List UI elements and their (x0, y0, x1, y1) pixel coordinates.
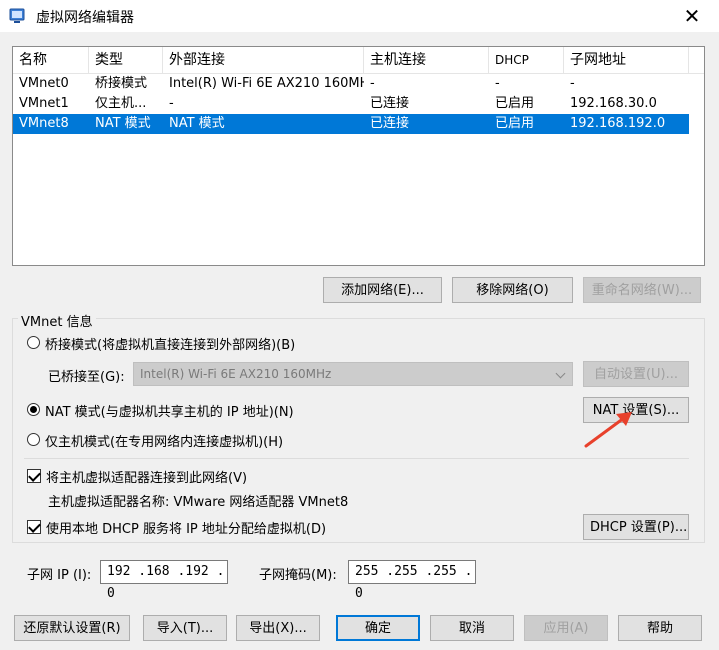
close-icon[interactable]: ✕ (680, 4, 704, 28)
table-row[interactable]: VMnet8 NAT 模式 NAT 模式 已连接 已启用 192.168.192.0 (13, 114, 689, 134)
table-cell: VMnet1 (19, 96, 69, 111)
col-dhcp-header[interactable]: DHCP (489, 47, 564, 73)
subnet-mask-label: 子网掩码(M): (259, 568, 337, 583)
table-cell: 桥接模式 (95, 76, 148, 91)
table-row[interactable]: VMnet1 仅主机... - 已连接 已启用 192.168.30.0 (13, 94, 689, 114)
col-subnet-header[interactable]: 子网地址 (564, 47, 689, 73)
restore-defaults-button[interactable]: 还原默认设置(R) (14, 615, 130, 641)
chevron-down-icon (555, 368, 566, 379)
radio-selected-dot (30, 406, 37, 413)
table-cell: - (570, 76, 575, 91)
add-network-button[interactable]: 添加网络(E)... (323, 277, 442, 303)
subnet-ip-input[interactable]: 192 .168 .192 . 0 (100, 560, 228, 601)
table-cell: Intel(R) Wi-Fi 6E AX210 160MHz (169, 76, 364, 91)
rename-network-button[interactable]: 重命名网络(W)... (583, 277, 701, 303)
auto-settings-button[interactable]: 自动设置(U)... (583, 361, 689, 387)
window-title: 虚拟网络编辑器 (36, 10, 134, 26)
col-name-header[interactable]: 名称 (13, 47, 89, 73)
table-cell: 192.168.30.0 (570, 96, 657, 111)
bridged-to-value: Intel(R) Wi-Fi 6E AX210 160MHz (140, 367, 332, 381)
bridged-to-select[interactable]: Intel(R) Wi-Fi 6E AX210 160MHz (133, 362, 573, 386)
export-button[interactable]: 导出(X)... (236, 615, 320, 641)
dhcp-settings-button[interactable]: DHCP 设置(P)... (583, 514, 689, 540)
divider (24, 458, 689, 459)
dhcp-label[interactable]: 使用本地 DHCP 服务将 IP 地址分配给虚拟机(D) (46, 518, 326, 537)
table-cell: 192.168.192.0 (570, 116, 666, 131)
hostonly-radio-label[interactable]: 仅主机模式(在专用网络内连接虚拟机)(H) (45, 431, 283, 450)
nat-radio-label[interactable]: NAT 模式(与虚拟机共享主机的 IP 地址)(N) (45, 401, 294, 420)
hostonly-radio[interactable] (27, 433, 40, 446)
table-cell: 仅主机... (95, 96, 147, 111)
table-cell: 已连接 (370, 116, 410, 131)
right-edge (705, 46, 719, 650)
import-button[interactable]: 导入(T)... (143, 615, 227, 641)
apply-button[interactable]: 应用(A) (524, 615, 608, 641)
table-row[interactable]: VMnet0 桥接模式 Intel(R) Wi-Fi 6E AX210 160MHz… (13, 74, 689, 94)
connect-adapter-label[interactable]: 将主机虚拟适配器连接到此网络(V) (46, 467, 247, 486)
table-cell: NAT 模式 (169, 116, 225, 131)
table-cell: - (370, 76, 375, 91)
table-cell: - (495, 76, 500, 91)
dhcp-checkbox[interactable] (27, 520, 41, 534)
remove-network-button[interactable]: 移除网络(O) (452, 277, 573, 303)
network-editor-icon (9, 8, 25, 23)
annotation-arrow-icon (584, 412, 632, 448)
nat-radio[interactable] (27, 403, 40, 416)
table-cell: - (169, 96, 174, 111)
connect-adapter-checkbox[interactable] (27, 469, 41, 483)
subnet-ip-label: 子网 IP (I): (27, 568, 92, 583)
col-type-header[interactable]: 类型 (89, 47, 163, 73)
table-cell: 已启用 (495, 96, 535, 111)
vmnet-info-title: VMnet 信息 (18, 311, 96, 330)
ok-button[interactable]: 确定 (336, 615, 420, 641)
help-button[interactable]: 帮助 (618, 615, 702, 641)
network-table[interactable]: 名称 类型 外部连接 主机连接 DHCP 子网地址 VMnet0 桥接模式 Inte… (12, 46, 705, 266)
bridge-radio[interactable] (27, 336, 40, 349)
table-header: 名称 类型 外部连接 主机连接 DHCP 子网地址 (13, 47, 704, 74)
table-cell: NAT 模式 (95, 116, 151, 131)
check-icon (28, 520, 41, 533)
col-external-header[interactable]: 外部连接 (163, 47, 364, 73)
table-cell: 已启用 (495, 116, 535, 131)
cancel-button[interactable]: 取消 (430, 615, 514, 641)
table-cell: VMnet8 (19, 116, 69, 131)
subnet-mask-input[interactable]: 255 .255 .255 . 0 (348, 560, 476, 601)
table-cell: VMnet0 (19, 76, 69, 91)
bridged-to-label: 已桥接至(G): (48, 370, 125, 385)
table-cell: 已连接 (370, 96, 410, 111)
adapter-name-text: 主机虚拟适配器名称: VMware 网络适配器 VMnet8 (48, 495, 349, 510)
check-icon (28, 469, 41, 482)
col-host-header[interactable]: 主机连接 (364, 47, 489, 73)
bridge-radio-label[interactable]: 桥接模式(将虚拟机直接连接到外部网络)(B) (45, 334, 295, 353)
